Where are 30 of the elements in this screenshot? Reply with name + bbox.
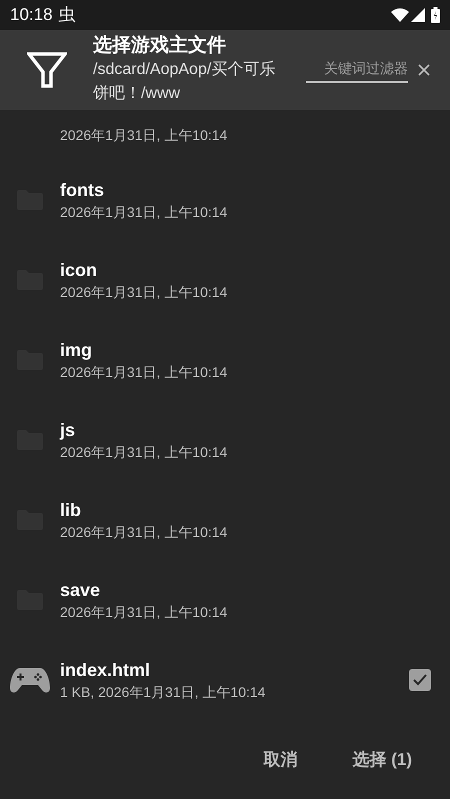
signal-icon bbox=[411, 8, 425, 22]
file-date: 2026年1月31日, 上午10:14 bbox=[60, 603, 228, 622]
file-name: icon bbox=[60, 259, 98, 282]
filter-icon bbox=[27, 52, 67, 88]
file-name: index.html bbox=[60, 659, 152, 682]
filter-field[interactable]: 关键词过滤器 bbox=[306, 58, 408, 82]
checkbox[interactable] bbox=[409, 669, 431, 691]
folder-path: /sdcard/AopAop/买个可乐饼吧！/www bbox=[93, 60, 276, 104]
wifi-icon bbox=[391, 8, 409, 22]
cancel-button[interactable]: 取消 bbox=[236, 738, 324, 780]
dialog-title: 选择游戏主文件 bbox=[93, 34, 227, 58]
file-date: 2026年1月31日, 上午10:14 bbox=[60, 126, 228, 145]
file-name: save bbox=[60, 579, 102, 602]
file-name: js bbox=[60, 419, 76, 442]
file-date: 2026年1月31日, 上午10:14 bbox=[60, 283, 228, 302]
file-name: lib bbox=[60, 499, 82, 522]
file-date: 2026年1月31日, 上午10:14 bbox=[60, 443, 228, 462]
file-name: img bbox=[60, 339, 94, 362]
gamepad-icon bbox=[10, 666, 50, 694]
close-icon[interactable] bbox=[418, 64, 430, 76]
notification-glyph: 虫 bbox=[58, 4, 76, 26]
clock: 10:18 bbox=[10, 4, 53, 26]
checkmark-icon bbox=[413, 674, 427, 686]
battery-icon bbox=[431, 7, 440, 23]
file-name: fonts bbox=[60, 179, 105, 202]
file-date: 2026年1月31日, 上午10:14 bbox=[60, 363, 228, 382]
file-date: 2026年1月31日, 上午10:14 bbox=[60, 523, 228, 542]
file-date: 2026年1月31日, 上午10:14 bbox=[60, 203, 228, 222]
file-date: 1 KB, 2026年1月31日, 上午10:14 bbox=[60, 683, 266, 702]
select-button[interactable]: 选择 (1) bbox=[334, 738, 430, 780]
